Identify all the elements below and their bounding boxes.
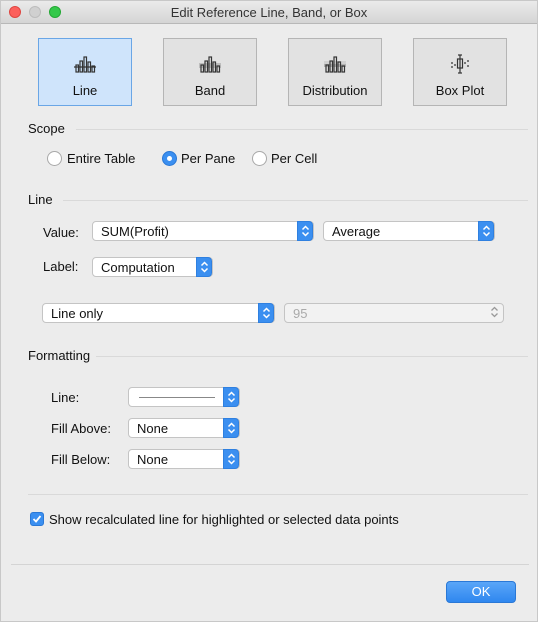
fill-above-select[interactable]: None (128, 418, 240, 438)
label-value: Computation (101, 260, 175, 275)
line-heading: Line (28, 192, 53, 207)
ok-button[interactable]: OK (446, 581, 516, 603)
type-band-label: Band (194, 83, 226, 98)
label-select[interactable]: Computation (92, 257, 213, 277)
chevron-updown-icon (297, 221, 313, 241)
type-box-plot-button[interactable]: Box Plot (413, 38, 507, 106)
scope-per-pane-radio[interactable] (162, 151, 177, 166)
line-divider (63, 200, 528, 201)
chevron-updown-icon (223, 418, 239, 438)
scope-entire-table-radio[interactable] (47, 151, 62, 166)
interval-type-select[interactable]: Line only (42, 303, 275, 323)
reference-band-icon (199, 56, 221, 73)
chevron-updown-icon (223, 449, 239, 469)
chevron-updown-icon (196, 257, 212, 277)
type-line-button[interactable]: Line (38, 38, 132, 106)
type-distribution-label: Distribution (302, 83, 368, 98)
type-line-label: Line (72, 83, 98, 98)
type-band-button[interactable]: Band (163, 38, 257, 106)
reference-line-icon (74, 56, 96, 73)
recalc-divider (28, 494, 528, 495)
fill-below-select[interactable]: None (128, 449, 240, 469)
aggregation-value: Average (332, 224, 381, 239)
checkmark-icon (32, 515, 42, 523)
scope-per-cell-label: Per Cell (271, 151, 318, 166)
scope-entire-table-label: Entire Table (67, 151, 136, 166)
line-style-preview (139, 397, 215, 398)
type-distribution-button[interactable]: Distribution (288, 38, 382, 106)
fill-below-value: None (137, 452, 169, 467)
confidence-value: 95 (293, 306, 308, 321)
recalc-label: Show recalculated line for highlighted o… (49, 512, 399, 527)
formatting-divider (96, 356, 528, 357)
scope-divider (76, 129, 528, 130)
chevron-updown-icon (478, 221, 494, 241)
fill-below-label: Fill Below: (51, 452, 111, 467)
fill-above-value: None (137, 421, 169, 436)
dialog-window: Edit Reference Line, Band, or Box Line B… (0, 0, 538, 622)
confidence-select[interactable]: 95 (284, 303, 504, 323)
value-field-select[interactable]: SUM(Profit) (92, 221, 314, 241)
chevron-updown-icon (258, 303, 274, 323)
distribution-icon (324, 56, 346, 73)
fill-above-label: Fill Above: (51, 421, 111, 436)
value-label: Value: (43, 225, 79, 240)
format-line-label: Line: (51, 390, 80, 405)
window-title: Edit Reference Line, Band, or Box (170, 5, 368, 20)
scope-per-cell-radio[interactable] (252, 151, 267, 166)
footer-divider (11, 564, 529, 565)
chevron-updown-icon (487, 303, 503, 323)
scope-per-pane-label: Per Pane (181, 151, 236, 166)
formatting-heading: Formatting (28, 348, 91, 363)
scope-heading: Scope (28, 121, 65, 136)
line-style-select[interactable] (128, 387, 240, 407)
type-box-plot-label: Box Plot (435, 83, 485, 98)
title-bar: Edit Reference Line, Band, or Box (1, 1, 537, 24)
label-label: Label: (43, 259, 79, 274)
chevron-updown-icon (223, 387, 239, 407)
interval-type-value: Line only (51, 306, 104, 321)
box-plot-icon (451, 54, 469, 74)
recalc-checkbox[interactable] (30, 512, 44, 526)
value-field-value: SUM(Profit) (101, 224, 169, 239)
aggregation-select[interactable]: Average (323, 221, 495, 241)
